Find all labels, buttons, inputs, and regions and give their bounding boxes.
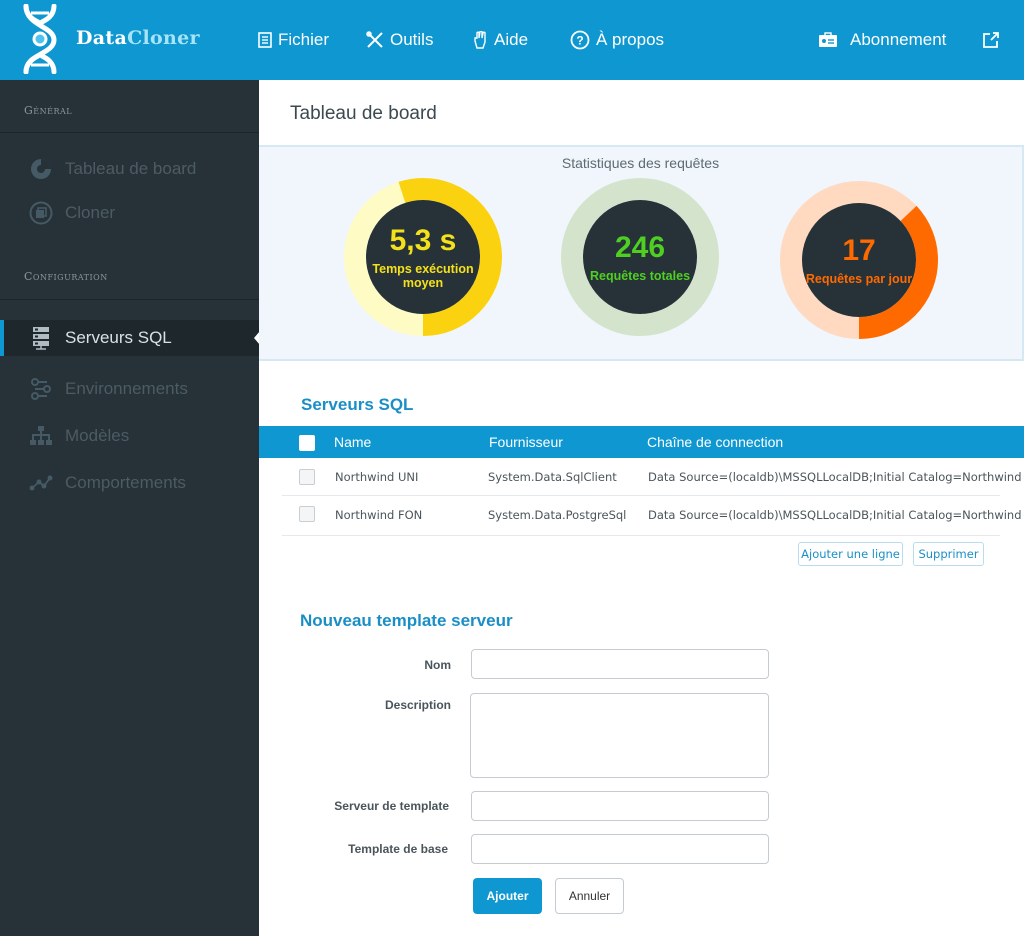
sidebar-item-label: Tableau de board [65, 159, 197, 178]
delete-button[interactable]: Supprimer [913, 542, 984, 566]
svg-text:?: ? [576, 34, 583, 48]
dna-logo-icon[interactable] [20, 4, 60, 74]
active-indicator [0, 320, 4, 356]
nav-abonnement-label: Abonnement [850, 30, 947, 49]
stats-panel: Statistiques des requêtes 5,3 s Temps ex… [259, 145, 1024, 361]
gauge-execution-time: 5,3 s Temps exécution moyen [343, 177, 503, 337]
dashboard-icon [28, 156, 54, 182]
hand-icon [474, 31, 486, 49]
nav-aide[interactable]: Aide [472, 28, 528, 52]
sitemap-icon [28, 423, 54, 449]
gauge-label: Temps exécution moyen [372, 262, 474, 290]
form-section-title: Nouveau template serveur [300, 611, 513, 630]
help-circle-icon: ? [570, 30, 590, 50]
nav-a-propos[interactable]: ? À propos [570, 28, 664, 52]
template-server-input[interactable] [471, 791, 769, 821]
sidebar-section-configuration: Configuration [24, 270, 108, 283]
name-label: Nom [424, 658, 451, 672]
sidebar-item-comportements[interactable]: Comportements [0, 465, 259, 501]
app-brand[interactable]: DataCloner [76, 27, 200, 49]
nav-outils-label: Outils [390, 30, 434, 49]
row-checkbox[interactable] [299, 469, 315, 485]
sidebar-divider [0, 299, 259, 300]
nav-outils[interactable]: Outils [366, 28, 433, 52]
cell-provider: System.Data.SqlClient [488, 470, 617, 484]
table-row[interactable]: Northwind FON System.Data.PostgreSql Dat… [282, 496, 1022, 536]
share-icon [983, 32, 999, 48]
top-navbar: DataCloner Fichier Outils Aide ? À propo… [0, 0, 1024, 80]
cell-connection: Data Source=(localdb)\MSSQLLocalDB;Initi… [648, 470, 1022, 484]
nav-fichier[interactable]: Fichier [258, 28, 329, 52]
sidebar-item-label: Serveurs SQL [65, 328, 172, 347]
sidebar-item-label: Environnements [65, 379, 188, 398]
sidebar-section-general: Général [24, 104, 73, 117]
sidebar-item-serveurs-sql[interactable]: Serveurs SQL [0, 320, 260, 356]
brand-part-1: Data [76, 27, 128, 49]
sidebar-item-environnements[interactable]: Environnements [0, 371, 259, 407]
tools-icon [366, 31, 383, 48]
cell-name: Northwind UNI [335, 470, 419, 484]
base-template-input[interactable] [471, 834, 769, 864]
gauge-label: Requêtes par jour [805, 272, 913, 286]
route-icon [28, 376, 54, 402]
column-header-connection[interactable]: Chaîne de connection [647, 434, 783, 450]
sidebar: Général Tableau de board Cloner Configur… [0, 80, 260, 936]
nav-aide-label: Aide [494, 30, 529, 49]
nav-abonnement[interactable]: Abonnement [818, 28, 946, 52]
sidebar-divider [0, 132, 259, 133]
gauge-label: Requêtes totales [589, 269, 691, 283]
sidebar-item-label: Modèles [65, 426, 130, 445]
cell-name: Northwind FON [335, 508, 423, 522]
row-checkbox[interactable] [299, 506, 315, 522]
nav-a-propos-label: À propos [596, 30, 665, 49]
gauge-total-requests: 246 Requêtes totales [560, 177, 720, 337]
servers-section-title: Serveurs SQL [301, 395, 414, 414]
sidebar-item-label: Comportements [65, 473, 186, 492]
cell-provider: System.Data.PostgreSql [488, 508, 627, 522]
submit-button[interactable]: Ajouter [473, 878, 542, 914]
add-row-button[interactable]: Ajouter une ligne [798, 542, 903, 566]
server-icon [28, 325, 54, 351]
id-card-icon [819, 32, 837, 47]
cancel-button[interactable]: Annuler [555, 878, 624, 914]
cell-connection: Data Source=(localdb)\MSSQLLocalDB;Initi… [648, 508, 1022, 522]
gauge-value: 246 [614, 231, 666, 264]
brand-part-2: Cloner [127, 27, 200, 49]
description-textarea[interactable] [470, 693, 769, 778]
description-label: Description [384, 698, 451, 712]
file-icon [258, 32, 272, 48]
nav-fichier-label: Fichier [278, 30, 330, 49]
template-server-label: Serveur de template [334, 799, 449, 813]
sidebar-item-label: Cloner [65, 203, 116, 222]
gauge-value: 5,3 s [389, 224, 457, 257]
gauge-value: 17 [842, 234, 876, 267]
page-title: Tableau de board [290, 103, 437, 124]
chart-nodes-icon [28, 470, 54, 496]
name-input[interactable] [471, 649, 769, 679]
gauge-requests-per-day: 17 Requêtes par jour [779, 180, 939, 340]
base-template-label: Template de base [348, 842, 448, 856]
servers-table-header: Name Fournisseur Chaîne de connection [259, 426, 1024, 458]
clone-icon [28, 200, 54, 226]
stats-title: Statistiques des requêtes [561, 155, 720, 171]
sidebar-item-tableau-de-board[interactable]: Tableau de board [0, 151, 259, 187]
export-button[interactable] [982, 28, 1006, 52]
table-row[interactable]: Northwind UNI System.Data.SqlClient Data… [282, 458, 1022, 496]
column-header-name[interactable]: Name [334, 434, 371, 450]
sidebar-item-cloner[interactable]: Cloner [0, 195, 259, 231]
sidebar-item-modeles[interactable]: Modèles [0, 418, 259, 454]
column-header-provider[interactable]: Fournisseur [489, 434, 563, 450]
select-all-checkbox[interactable] [299, 435, 315, 451]
